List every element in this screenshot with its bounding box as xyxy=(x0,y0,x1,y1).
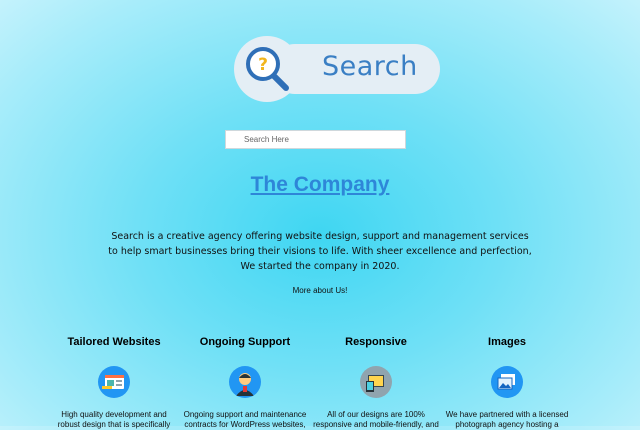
description-line: We started the company in 2020. xyxy=(240,261,400,272)
feature-text: High quality development and robust desi… xyxy=(49,410,179,430)
photo-gallery-icon xyxy=(491,366,523,398)
description-line: Search is a creative agency offering web… xyxy=(111,231,529,242)
search-logo: ? Search xyxy=(234,36,440,102)
feature-images: Images We have partnered with a licensed… xyxy=(442,336,572,430)
feature-text-line: robust design that is specifically xyxy=(57,420,171,429)
feature-responsive: Responsive All of our designs are 100% r… xyxy=(311,336,441,430)
company-description: Search is a creative agency offering web… xyxy=(100,229,540,274)
support-agent-icon xyxy=(229,366,261,398)
more-about-us-link[interactable]: More about Us! xyxy=(0,286,640,295)
feature-text: All of our designs are 100% responsive a… xyxy=(311,410,441,430)
feature-text: Ongoing support and maintenance contract… xyxy=(180,410,310,430)
feature-text-line: We have partnered with a licensed xyxy=(445,410,569,419)
feature-title: Ongoing Support xyxy=(199,336,291,348)
website-design-icon xyxy=(98,366,130,398)
feature-text-line: All of our designs are 100% xyxy=(327,410,425,419)
feature-text-line: responsive and mobile-friendly, and xyxy=(313,420,439,429)
feature-text-line: photograph agency hosting a xyxy=(455,420,559,429)
feature-title: Responsive xyxy=(345,336,407,348)
feature-text: We have partnered with a licensed photog… xyxy=(442,410,572,430)
logo-text: Search xyxy=(322,51,418,82)
responsive-devices-icon xyxy=(360,366,392,398)
search-input[interactable] xyxy=(225,130,406,149)
feature-tailored-websites: Tailored Websites High quality developme… xyxy=(49,336,179,430)
feature-text-line: contracts for WordPress websites, xyxy=(184,420,306,429)
svg-text:?: ? xyxy=(258,55,268,75)
feature-text-line: High quality development and xyxy=(61,410,167,419)
feature-text-line: Ongoing support and maintenance xyxy=(183,410,307,419)
question-magnifier-icon: ? xyxy=(246,47,289,91)
feature-title: Images xyxy=(488,336,526,348)
feature-title: Tailored Websites xyxy=(67,336,161,348)
company-title-link[interactable]: The Company xyxy=(0,173,640,197)
feature-ongoing-support: Ongoing Support Ongoing support and main… xyxy=(180,336,310,430)
description-line: to help smart businesses bring their vis… xyxy=(108,246,532,257)
